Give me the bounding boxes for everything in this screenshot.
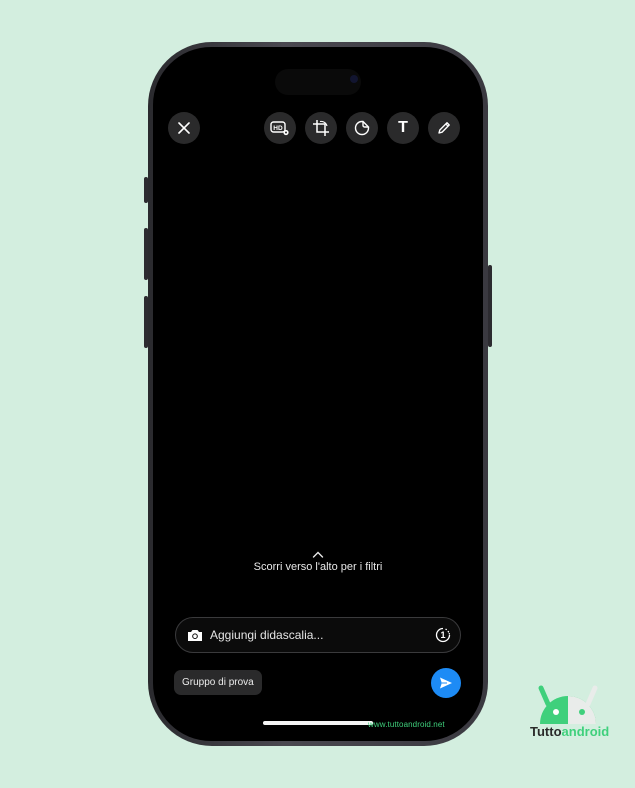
hd-quality-button[interactable]: HD	[264, 112, 296, 144]
crop-button[interactable]	[305, 112, 337, 144]
brand-part1: Tutto	[530, 724, 562, 739]
home-indicator[interactable]	[263, 721, 373, 725]
sticker-button[interactable]	[346, 112, 378, 144]
brand-wordmark: Tuttoandroid	[530, 724, 609, 739]
svg-text:HD: HD	[273, 125, 283, 132]
crop-rotate-icon	[313, 120, 329, 136]
brand-part2: android	[561, 724, 610, 739]
pencil-icon	[438, 122, 450, 134]
close-button[interactable]	[168, 112, 200, 144]
draw-button[interactable]	[428, 112, 460, 144]
phone-action-button	[144, 177, 148, 203]
filters-hint-text: Scorri verso l'alto per i filtri	[253, 561, 383, 573]
phone-volume-down	[144, 296, 148, 348]
watermark-url: www.tuttoandroid.net	[368, 720, 445, 729]
close-icon	[178, 122, 190, 134]
filters-hint[interactable]: Scorri verso l'alto per i filtri	[153, 551, 483, 573]
recipient-chip[interactable]: Gruppo di prova	[174, 670, 262, 695]
hd-settings-icon: HD	[270, 121, 289, 136]
send-button[interactable]	[431, 668, 461, 698]
dynamic-island	[275, 69, 361, 95]
chevron-up-icon	[312, 551, 324, 558]
recipient-label: Gruppo di prova	[182, 677, 254, 688]
front-camera	[350, 75, 358, 83]
phone-power-button	[488, 265, 492, 347]
android-robot-logo	[538, 685, 598, 724]
caption-bar: 1	[175, 617, 461, 653]
editor-screen: HD T Scorri verso l'alto per i filtri Ag…	[153, 47, 483, 741]
view-once-label: 1	[440, 630, 445, 640]
text-button[interactable]: T	[387, 112, 419, 144]
caption-input[interactable]	[210, 628, 420, 642]
text-tool-icon: T	[398, 119, 408, 136]
view-once-icon[interactable]: 1	[435, 627, 451, 643]
phone-volume-up	[144, 228, 148, 280]
send-icon	[440, 677, 452, 689]
camera-icon[interactable]	[187, 628, 203, 642]
sticker-icon	[354, 120, 370, 136]
